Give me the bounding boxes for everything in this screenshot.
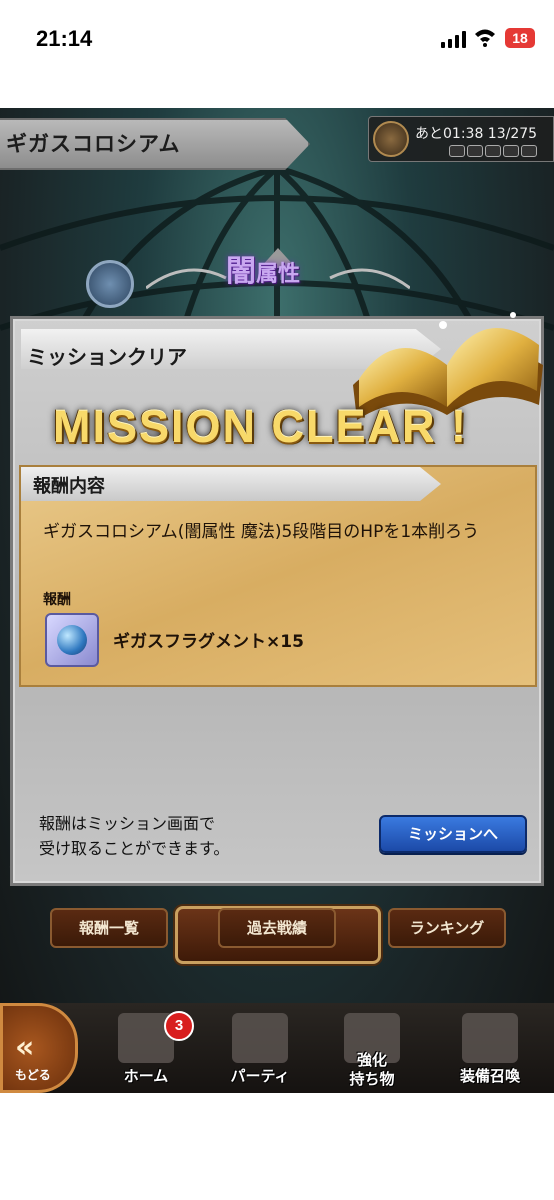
notice-line-1: 報酬はミッション画面で bbox=[39, 814, 216, 833]
status-bar: 21:14 18 bbox=[0, 0, 554, 90]
home-notification-badge: 3 bbox=[164, 1011, 194, 1041]
summon-portal-icon bbox=[462, 1013, 518, 1063]
cellular-signal-icon bbox=[441, 30, 467, 48]
battery-indicator: 18 bbox=[505, 28, 535, 48]
wifi-icon bbox=[475, 29, 495, 47]
mission-description: ギガスコロシアム(闇属性 魔法)5段階目のHPを1本削ろう bbox=[43, 522, 480, 542]
reward-item-name: ギガスフラグメント×15 bbox=[113, 632, 304, 652]
back-label: もどる bbox=[15, 1068, 51, 1082]
nav-items-label: 持ち物 bbox=[349, 1070, 395, 1088]
nav-home-label: ホーム bbox=[123, 1067, 169, 1085]
timer-text: あと01:38 13/275 bbox=[415, 126, 538, 142]
dialog-title: ミッションクリア bbox=[27, 345, 187, 369]
chess-pieces-icon bbox=[232, 1013, 288, 1063]
reward-section-title: 報酬内容 bbox=[33, 476, 105, 497]
reward-notice: 報酬はミッション画面で 受け取ることができます。 bbox=[39, 811, 229, 861]
reward-section-header: 報酬内容 bbox=[21, 467, 441, 501]
reward-label: 報酬 bbox=[43, 592, 71, 608]
attribute-kanji: 闇 bbox=[226, 254, 256, 289]
game-screen: ギガスコロシアム あと01:38 13/275 闇属性 ミッションクリア MIS… bbox=[0, 108, 554, 1093]
back-button[interactable]: « もどる bbox=[0, 1003, 78, 1093]
tab-ranking[interactable]: ランキング bbox=[388, 908, 506, 948]
status-time: 21:14 bbox=[36, 26, 93, 51]
bottom-navigation: « もどる ホーム 3 パーティ 強化 持ち物 装備召喚 bbox=[0, 1003, 554, 1093]
nav-equipment-summon[interactable]: 装備召喚 bbox=[440, 1003, 540, 1093]
tab-rewards-list[interactable]: 報酬一覧 bbox=[50, 908, 168, 948]
nav-enhance-items[interactable]: 強化 持ち物 bbox=[322, 1003, 422, 1093]
nav-summon-label: 装備召喚 bbox=[459, 1067, 520, 1085]
nav-enhance-label: 強化 bbox=[356, 1051, 387, 1069]
double-chevron-left-icon: « bbox=[15, 1030, 35, 1065]
gigas-fragment-icon bbox=[45, 613, 99, 667]
nav-party[interactable]: パーティ bbox=[210, 1003, 310, 1093]
go-to-mission-button[interactable]: ミッションへ bbox=[379, 815, 527, 853]
attribute-label: 闇属性 bbox=[226, 246, 300, 290]
attribute-suffix: 属性 bbox=[256, 261, 301, 287]
tab-past-results[interactable]: 過去戦績 bbox=[218, 908, 336, 948]
boss-avatar-icon bbox=[373, 121, 409, 157]
app-screen: 21:14 18 ギガスコロシアム あと01:38 13/275 闇属性 ミッシ… bbox=[0, 0, 554, 1200]
key-icon[interactable] bbox=[86, 260, 134, 308]
progress-hexagons bbox=[449, 145, 537, 157]
reward-panel: 報酬内容 ギガスコロシアム(闇属性 魔法)5段階目のHPを1本削ろう 報酬 ギガ… bbox=[19, 465, 537, 687]
event-timer: あと01:38 13/275 bbox=[368, 116, 554, 162]
mission-clear-dialog: ミッションクリア MISSION CLEAR ! 報酬内容 ギガスコロシアム(闇… bbox=[10, 312, 544, 964]
notice-line-2: 受け取ることができます。 bbox=[39, 839, 230, 858]
page-title: ギガスコロシアム bbox=[6, 132, 181, 156]
mission-clear-banner: MISSION CLEAR ! bbox=[53, 401, 469, 452]
nav-party-label: パーティ bbox=[230, 1067, 290, 1085]
nav-enhance-items-label: 強化 持ち物 bbox=[322, 1051, 422, 1089]
